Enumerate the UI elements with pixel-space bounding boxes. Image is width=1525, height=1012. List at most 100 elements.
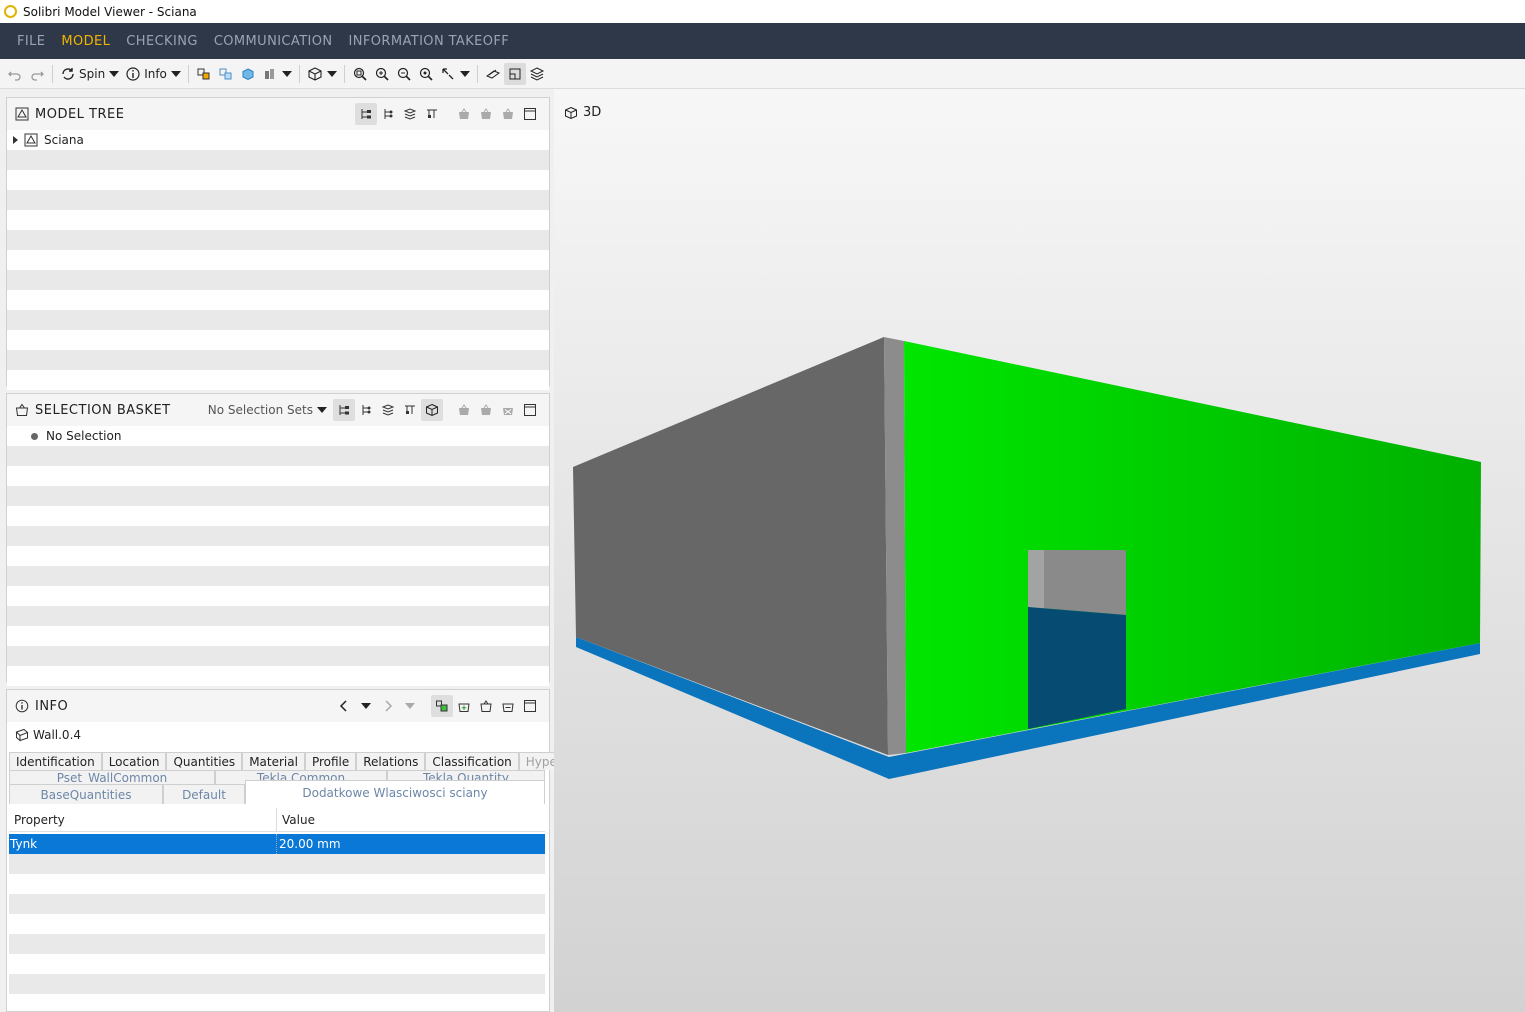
empty-row xyxy=(7,526,549,546)
tree-layers-button[interactable] xyxy=(399,103,421,125)
basket-set-button[interactable] xyxy=(497,103,519,125)
empty-row xyxy=(7,270,549,290)
basket-clear-button[interactable] xyxy=(497,399,519,421)
isolate-button[interactable] xyxy=(259,63,295,85)
menu-model[interactable]: MODEL xyxy=(61,34,110,49)
basket-hierarchy-button[interactable] xyxy=(333,399,355,421)
basket-gray-icon xyxy=(459,404,469,415)
undo-button[interactable] xyxy=(4,63,26,85)
info-basket-button[interactable] xyxy=(475,695,497,717)
tab-location[interactable]: Location xyxy=(101,752,167,770)
column-value[interactable]: Value xyxy=(277,813,315,827)
maximize-panel-button[interactable] xyxy=(519,399,541,421)
empty-row xyxy=(7,546,549,566)
door-opening[interactable] xyxy=(1028,607,1126,729)
basket-layers-button[interactable] xyxy=(377,399,399,421)
tab-default[interactable]: Default xyxy=(163,784,245,804)
empty-row xyxy=(7,506,549,526)
basket-spatial-button[interactable] xyxy=(355,399,377,421)
zoom-fit-button[interactable] xyxy=(349,63,371,85)
history-dropdown[interactable] xyxy=(355,695,377,717)
measure-button[interactable] xyxy=(437,63,473,85)
section-plane-icon xyxy=(485,69,500,79)
info-basket-set-button[interactable] xyxy=(497,695,519,717)
expand-arrow-icon[interactable] xyxy=(13,136,18,144)
floor-plan-button[interactable] xyxy=(503,62,526,85)
info-header: INFO xyxy=(7,690,549,722)
tab-basequantities[interactable]: BaseQuantities xyxy=(9,784,163,804)
maximize-panel-button[interactable] xyxy=(519,695,541,717)
back-button[interactable] xyxy=(333,695,355,717)
basket-types-button[interactable] xyxy=(399,399,421,421)
empty-row xyxy=(9,974,545,994)
door-jamb[interactable] xyxy=(1028,550,1044,609)
tab-profile[interactable]: Profile xyxy=(304,752,357,770)
wall-gray[interactable] xyxy=(573,337,888,755)
zoom-out-icon xyxy=(397,67,411,81)
menu-checking[interactable]: CHECKING xyxy=(126,34,198,49)
section-plane-button[interactable] xyxy=(482,63,504,85)
basket-gray-icon xyxy=(459,108,469,119)
view-cube-button[interactable] xyxy=(304,63,340,85)
column-property[interactable]: Property xyxy=(9,808,277,831)
zoom-in-button[interactable] xyxy=(371,63,393,85)
empty-row xyxy=(7,250,549,270)
info-components-button[interactable] xyxy=(431,695,453,717)
table-row[interactable]: Tynk 20.00 mm xyxy=(9,834,545,854)
basket-cube-button[interactable] xyxy=(421,399,443,421)
zoom-out-button[interactable] xyxy=(393,63,415,85)
empty-row xyxy=(7,666,549,686)
menu-file[interactable]: FILE xyxy=(17,34,45,49)
tab-material[interactable]: Material xyxy=(242,752,305,770)
zoom-in-icon xyxy=(375,67,389,81)
forward-button[interactable] xyxy=(377,695,399,717)
tree-hierarchy-button[interactable] xyxy=(355,103,377,125)
wall-green[interactable] xyxy=(904,341,1481,753)
maximize-icon xyxy=(524,404,536,416)
layers-button[interactable] xyxy=(526,63,548,85)
menu-information-takeoff[interactable]: INFORMATION TAKEOFF xyxy=(349,34,510,49)
3d-viewport[interactable]: 3D xyxy=(554,89,1525,1012)
empty-row xyxy=(7,230,549,250)
redo-button[interactable] xyxy=(26,63,48,85)
menu-communication[interactable]: COMMUNICATION xyxy=(214,34,333,49)
zoom-fit-icon xyxy=(353,67,367,81)
list-item[interactable]: No Selection xyxy=(7,426,549,446)
maximize-panel-button[interactable] xyxy=(519,103,541,125)
info-icon xyxy=(126,66,140,81)
basket-remove-button[interactable] xyxy=(475,399,497,421)
hide-button[interactable] xyxy=(237,63,259,85)
basket-remove-button[interactable] xyxy=(475,103,497,125)
tab-dodatkowe-wlasciwosci-sciany[interactable]: Dodatkowe Wlasciwosci sciany xyxy=(245,780,545,804)
selection-basket-tools: No Selection Sets xyxy=(208,399,549,421)
tab-classification[interactable]: Classification xyxy=(425,752,519,770)
basket-outline-icon xyxy=(502,703,514,712)
empty-row xyxy=(7,606,549,626)
tree-item[interactable]: Sciana xyxy=(7,130,549,150)
empty-row xyxy=(7,350,549,370)
info-add-basket-button[interactable] xyxy=(453,695,475,717)
3d-scene[interactable] xyxy=(554,89,1525,1012)
forward-history-dropdown[interactable] xyxy=(399,695,421,717)
selection-item-label: No Selection xyxy=(46,429,122,443)
info-tabs: Identification Location Quantities Mater… xyxy=(7,748,597,832)
selection-sets-dropdown[interactable]: No Selection Sets xyxy=(208,403,327,417)
tree-spatial-button[interactable] xyxy=(377,103,399,125)
zoom-selected-button[interactable] xyxy=(415,63,437,85)
basket-add-button[interactable] xyxy=(453,399,475,421)
info-button[interactable]: Info xyxy=(122,63,184,85)
select-components-button[interactable] xyxy=(193,63,215,85)
project-icon xyxy=(24,133,38,147)
tab-pset-wallcommon[interactable]: Pset_WallCommon xyxy=(9,770,215,784)
tree-types-button[interactable] xyxy=(421,103,443,125)
cube-outline-icon xyxy=(565,106,577,119)
tab-quantities[interactable]: Quantities xyxy=(166,752,243,770)
hierarchy-icon xyxy=(361,109,371,119)
tab-identification[interactable]: Identification xyxy=(9,752,102,770)
basket-add-button[interactable] xyxy=(453,103,475,125)
transparency-button[interactable] xyxy=(215,63,237,85)
stacked-layers-icon xyxy=(381,404,395,416)
spin-button[interactable]: Spin xyxy=(57,63,122,85)
selection-basket-panel: SELECTION BASKET No Selection Sets No Se… xyxy=(6,393,550,686)
tab-relations[interactable]: Relations xyxy=(356,752,426,770)
